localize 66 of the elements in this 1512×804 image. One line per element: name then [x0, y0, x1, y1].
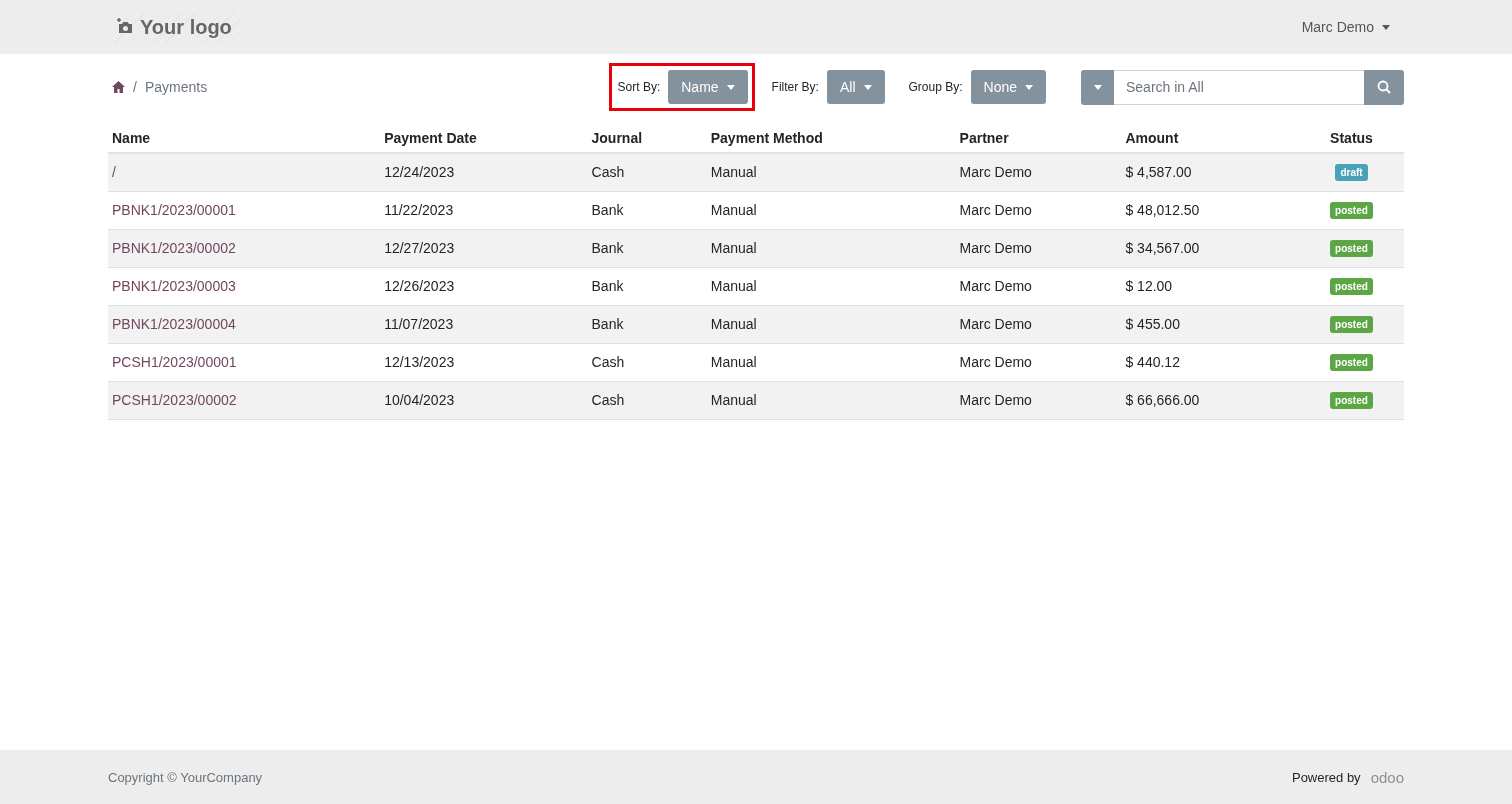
brand-logo: odoo: [1370, 768, 1404, 786]
table-cell: 10/04/2023: [380, 381, 588, 419]
control-label: Group By:: [908, 80, 963, 94]
table-cell: Marc Demo: [955, 191, 1122, 229]
table-cell: Manual: [706, 305, 956, 343]
table-cell: Manual: [706, 381, 956, 419]
table-cell: Bank: [587, 191, 707, 229]
table-cell: Marc Demo: [955, 343, 1122, 381]
table-cell: $ 66,666.00: [1121, 381, 1299, 419]
payment-link[interactable]: PBNK1/2023/00003: [112, 278, 236, 294]
breadcrumb-separator: /: [133, 79, 137, 95]
payment-link[interactable]: PBNK1/2023/00004: [112, 316, 236, 332]
table-cell: Manual: [706, 267, 956, 305]
table-cell: Manual: [706, 153, 956, 191]
table-cell: Manual: [706, 191, 956, 229]
payment-link[interactable]: PCSH1/2023/00001: [112, 354, 237, 370]
status-badge: posted: [1330, 354, 1373, 371]
caret-icon: [1382, 24, 1390, 30]
table-cell: 12/24/2023: [380, 153, 588, 191]
payment-link[interactable]: PCSH1/2023/00002: [112, 392, 237, 408]
search-filter-dropdown[interactable]: [1081, 69, 1114, 105]
table-cell: Bank: [587, 305, 707, 343]
table-cell: Marc Demo: [955, 267, 1122, 305]
table-cell: 11/07/2023: [380, 305, 588, 343]
control-label: Filter By:: [771, 80, 819, 94]
table-cell: Manual: [706, 229, 956, 267]
table-cell: Marc Demo: [955, 381, 1122, 419]
table-cell: Bank: [587, 267, 707, 305]
home-icon[interactable]: [112, 81, 125, 93]
logo: Your logo: [108, 11, 240, 43]
powered-by-text: Powered by: [1291, 769, 1361, 785]
table-cell: 12/26/2023: [380, 267, 588, 305]
table-cell: Marc Demo: [955, 305, 1122, 343]
status-badge: posted: [1330, 316, 1373, 333]
table-cell: Cash: [587, 381, 707, 419]
payment-link[interactable]: /: [112, 164, 116, 181]
table-cell: 12/13/2023: [380, 343, 588, 381]
table-cell: 12/27/2023: [380, 229, 588, 267]
table-cell: $ 455.00: [1121, 305, 1299, 343]
breadcrumb-item: Payments: [144, 79, 208, 95]
copyright-text: Copyright © YourCompany: [108, 769, 263, 785]
table-cell: Marc Demo: [955, 153, 1122, 191]
table-cell: $ 12.00: [1121, 267, 1299, 305]
user-menu[interactable]: Marc Demo: [1295, 18, 1396, 36]
search-field[interactable]: Search in All: [1114, 69, 1364, 105]
camera-icon: [116, 18, 134, 36]
status-badge: posted: [1330, 202, 1373, 219]
table-cell: $ 48,012.50: [1121, 191, 1299, 229]
search-button[interactable]: [1364, 69, 1404, 105]
payment-link[interactable]: PBNK1/2023/00001: [112, 202, 236, 218]
status-badge: draft: [1335, 164, 1368, 182]
status-badge: posted: [1330, 392, 1373, 409]
status-badge: posted: [1330, 278, 1373, 295]
table-cell: 11/22/2023: [380, 191, 588, 229]
table-cell: Cash: [587, 343, 707, 381]
payment-link[interactable]: PBNK1/2023/00002: [112, 240, 236, 256]
table-cell: Marc Demo: [955, 229, 1122, 267]
table-cell: $ 440.12: [1121, 343, 1299, 381]
search-icon: [1377, 80, 1391, 94]
table-cell: Cash: [587, 153, 707, 191]
control-label: Sort By:: [617, 80, 661, 94]
table-cell: $ 34,567.00: [1121, 229, 1299, 267]
table-cell: $ 4,587.00: [1121, 153, 1299, 191]
status-badge: posted: [1330, 240, 1373, 257]
table-cell: Bank: [587, 229, 707, 267]
table-cell: Manual: [706, 343, 956, 381]
